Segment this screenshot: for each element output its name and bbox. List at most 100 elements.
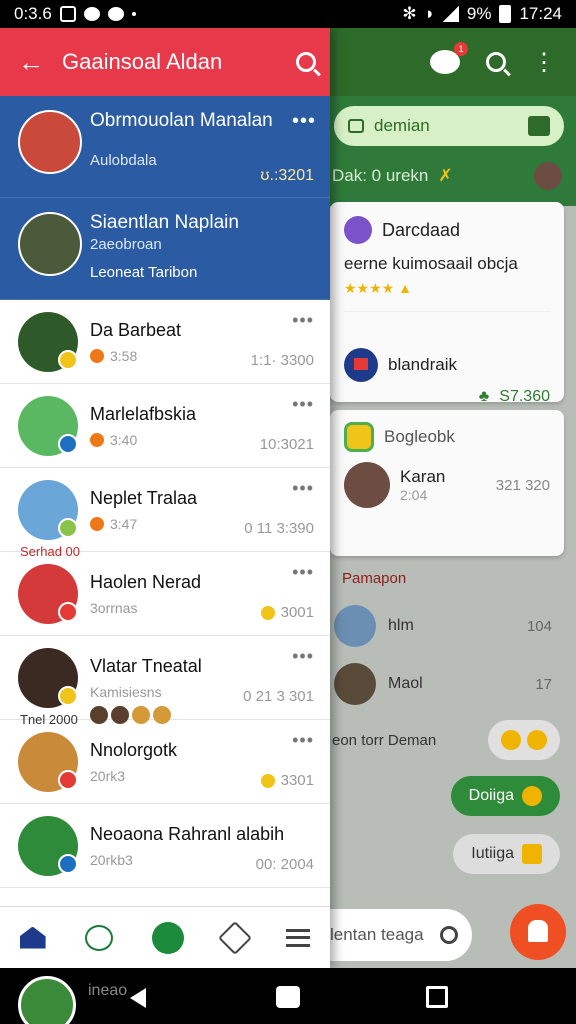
search-icon[interactable] xyxy=(486,52,506,72)
chip-button[interactable]: Iutiiga xyxy=(453,834,560,874)
bg-subtitle: Dak: 0 urekn xyxy=(332,166,429,185)
avatar xyxy=(334,605,376,647)
contact-name: Marlelafbskia xyxy=(90,404,197,424)
bg-filter-area: demian Dak: 0 urekn ✗ xyxy=(330,96,576,206)
contact-sub: 2:04 xyxy=(400,487,428,503)
status-time: 0:3.6 xyxy=(14,4,52,23)
contact-item[interactable]: Marlelafbskia 3:40 ••• 10:3021 xyxy=(0,384,330,468)
dot-icon xyxy=(131,12,136,16)
contact-item[interactable]: Da Barbeat 3:58 ••• 1:1· 3300 xyxy=(0,300,330,384)
contact-name: Neplet Tralaa xyxy=(90,488,198,508)
menu-icon[interactable] xyxy=(286,928,311,947)
chip-label: Doiiga xyxy=(468,787,514,804)
sparkle-icon: ✗ xyxy=(438,166,453,185)
reaction-pill[interactable] xyxy=(488,720,560,760)
highlighted-contact[interactable]: Siaentlan Naplain 2aeobroan Leoneat Tari… xyxy=(0,198,330,300)
gallery-icon xyxy=(59,6,76,22)
contact-sub: 3orrnas xyxy=(90,600,138,616)
battery-icon xyxy=(499,5,512,23)
bluetooth-icon: ✻ xyxy=(402,4,417,23)
contact-sub: Aulobdala xyxy=(90,152,157,169)
message-row[interactable]: eon torr Deman xyxy=(330,713,576,767)
recents-icon[interactable] xyxy=(426,986,448,1008)
more-icon[interactable]: ••• xyxy=(292,646,314,667)
contact-item[interactable]: Haolen Nerad 3orrnas ••• 3001 xyxy=(0,552,330,636)
list-item-num: 17 xyxy=(535,675,552,693)
list-item[interactable]: hlm 104 xyxy=(330,597,576,655)
contact-time: 1:1· 3300 xyxy=(250,352,314,369)
chat-icon[interactable] xyxy=(84,924,113,951)
card-darcdaad[interactable]: Darcdaad eerne kuimosaail obcja ★★★★ ▲ b… xyxy=(330,202,564,405)
bg-list: Pamapon hlm 104 Maol 17 eon torr Deman D… xyxy=(330,560,576,883)
mail-icon xyxy=(344,348,378,382)
filter-pill[interactable]: demian xyxy=(334,106,564,146)
list-item[interactable]: Maol 17 xyxy=(330,655,576,713)
home-icon[interactable] xyxy=(276,986,300,1008)
more-icon[interactable]: ••• xyxy=(292,310,314,331)
avatar[interactable] xyxy=(18,976,76,1024)
contact-sub: 20rk3 xyxy=(90,768,126,784)
chip-button[interactable]: Doiiga xyxy=(450,776,560,816)
contact-item[interactable]: Nnolorgotk 20rk3 ••• 3301 xyxy=(0,720,330,804)
more-icon[interactable]: ••• xyxy=(292,110,316,133)
unread-badge: 1 xyxy=(454,42,468,56)
contact-name: Obrmouolan Manalan xyxy=(90,110,273,131)
emoji-icon xyxy=(501,730,521,750)
fab-button[interactable] xyxy=(510,904,566,960)
battery-percent: 9% xyxy=(466,4,492,23)
back-icon[interactable] xyxy=(130,988,146,1008)
search-icon xyxy=(439,926,458,944)
list-item-name: hlm xyxy=(388,617,414,634)
contact-name: Nnolorgotk xyxy=(90,740,178,760)
bg-search-placeholder: lentan teaga xyxy=(330,925,424,944)
contact-sub: 20rkb3 xyxy=(90,852,133,868)
search-icon[interactable] xyxy=(296,52,316,72)
contact-name: Neoaona Rahranl alabih xyxy=(90,824,285,844)
back-arrow-icon[interactable]: ← xyxy=(18,47,44,78)
signal-icon xyxy=(442,6,459,22)
more-icon[interactable]: ⋮ xyxy=(532,48,556,77)
highlighted-contact[interactable]: Obrmouolan Manalan Aulobdala ʊ.:3201 ••• xyxy=(0,96,330,198)
avatar xyxy=(18,212,82,276)
contact-sub: 3:47 xyxy=(90,516,137,532)
contact-item[interactable]: Neoaona Rahranl alabih 20rkb3 00: 2004 xyxy=(0,804,330,888)
avatar xyxy=(534,162,562,190)
contact-sub: 3:40 xyxy=(90,432,137,448)
chat-icon[interactable]: 1 xyxy=(430,42,468,74)
contact-name: Karan xyxy=(400,467,446,486)
system-nav-bar: ineao xyxy=(0,968,576,1024)
contact-time: 3301 xyxy=(260,772,314,789)
drawer-bottom-nav xyxy=(0,906,330,968)
more-icon[interactable]: ••• xyxy=(292,730,314,751)
status-badge xyxy=(58,602,78,622)
notification-icon xyxy=(83,7,100,21)
wifi-icon: ◗ xyxy=(424,4,435,23)
avatar xyxy=(18,110,82,174)
more-icon[interactable]: ••• xyxy=(292,394,314,415)
contact-name: Siaentlan Naplain xyxy=(90,212,239,233)
card-row-label: blandraik xyxy=(388,355,457,374)
contact-time: 0 11 3:390 xyxy=(244,520,314,537)
card-bogleobk[interactable]: Bogleobk Karan 2:04 321 320 xyxy=(330,410,564,556)
more-icon[interactable]: ••• xyxy=(292,478,314,499)
status-badge xyxy=(58,770,78,790)
nav-label: ineao xyxy=(88,982,128,999)
contact-item[interactable]: Neplet Tralaa 3:47 ••• 0 11 3:390 Serhad… xyxy=(0,468,330,559)
home-icon[interactable] xyxy=(19,926,46,949)
clock: 17:24 xyxy=(519,4,562,23)
contact-item[interactable]: Vlatar Tneatal Kamisiesns ••• 0 21 3 301… xyxy=(0,636,330,727)
more-icon[interactable]: ••• xyxy=(292,562,314,583)
app-icon[interactable] xyxy=(151,921,184,954)
status-icon xyxy=(260,605,275,620)
emoji-icon xyxy=(344,216,372,244)
status-badge xyxy=(58,518,78,538)
contact-time: 10:3021 xyxy=(259,436,314,453)
status-icon xyxy=(90,517,104,531)
contact-name: Da Barbeat xyxy=(90,320,182,340)
bg-search-input[interactable]: lentan teaga xyxy=(330,909,472,961)
cube-icon[interactable] xyxy=(218,920,253,955)
card-title: Bogleobk xyxy=(384,427,455,446)
section-title: Pamapon xyxy=(342,570,407,587)
status-badge xyxy=(58,854,78,874)
card-text: eerne kuimosaail obcja xyxy=(344,254,518,273)
